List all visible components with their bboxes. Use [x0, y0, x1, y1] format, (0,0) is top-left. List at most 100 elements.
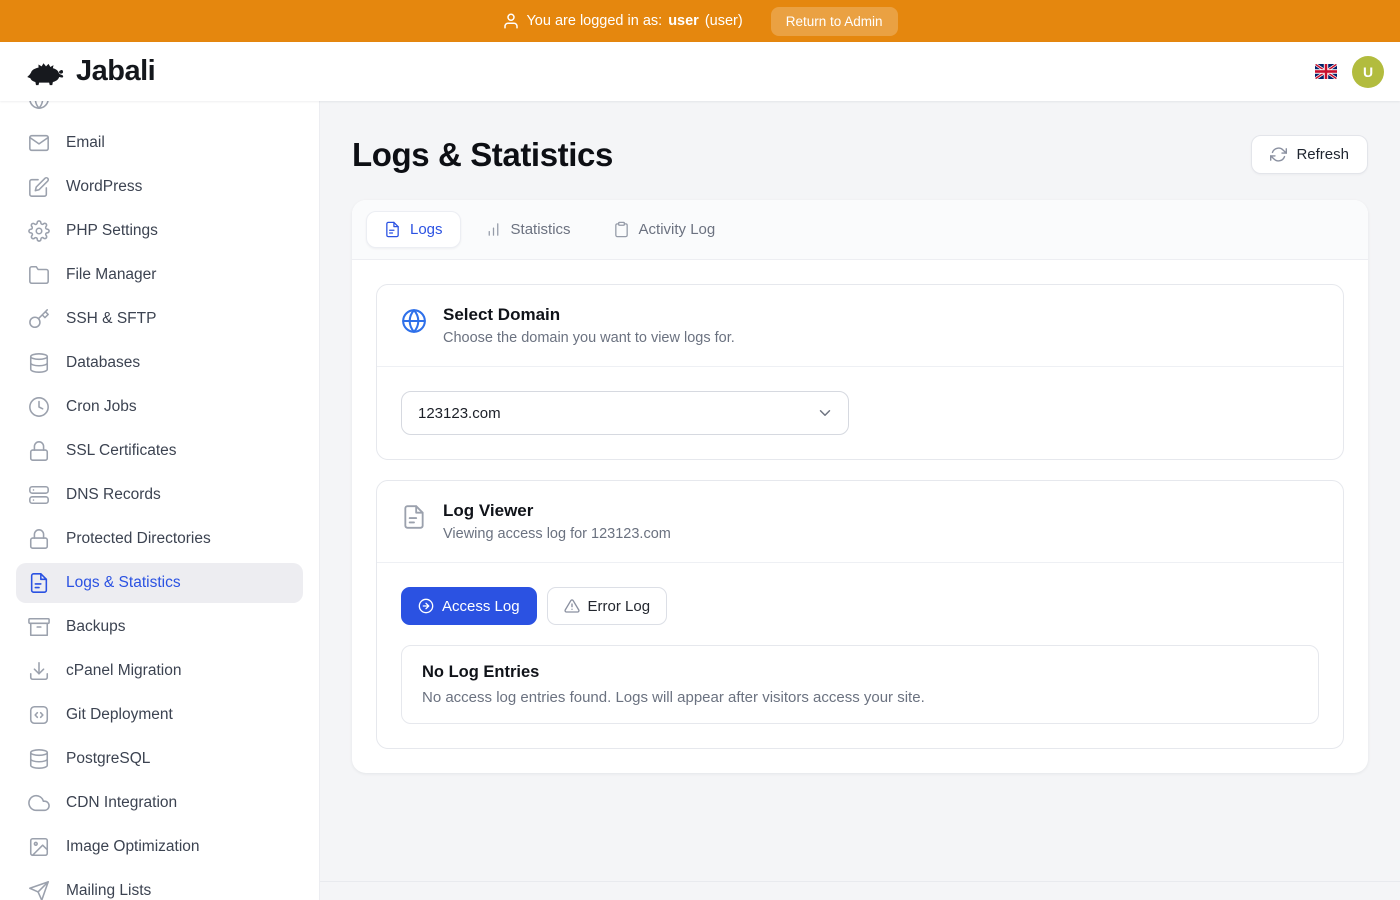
sidebar-item-ssh-sftp[interactable]: SSH & SFTP	[16, 299, 303, 339]
return-to-admin-button[interactable]: Return to Admin	[771, 7, 898, 36]
lock-icon	[28, 440, 50, 462]
sidebar-item-label: Image Optimization	[66, 838, 200, 856]
brand[interactable]: Jabali	[26, 52, 155, 92]
app-header: Jabali U	[0, 42, 1400, 101]
sidebar-item-label: Git Deployment	[66, 706, 173, 724]
log-type-buttons: Access Log Error Log	[401, 587, 1319, 625]
sidebar-item-cpanel-migration[interactable]: cPanel Migration	[16, 651, 303, 691]
archive-icon	[28, 616, 50, 638]
tab-activity-log[interactable]: Activity Log	[595, 211, 734, 248]
sidebar-item-label: Email	[66, 134, 105, 152]
empty-log-title: No Log Entries	[422, 663, 1298, 682]
select-domain-title: Select Domain	[443, 305, 735, 325]
lock-icon	[28, 528, 50, 550]
sidebar-item-git-deployment[interactable]: Git Deployment	[16, 695, 303, 735]
send-icon	[28, 880, 50, 900]
database-icon	[28, 748, 50, 770]
page-title: Logs & Statistics	[352, 136, 613, 174]
download-icon	[28, 660, 50, 682]
refresh-button[interactable]: Refresh	[1251, 135, 1368, 174]
empty-log-message: No access log entries found. Logs will a…	[422, 689, 1298, 706]
sidebar-item-mailing-lists[interactable]: Mailing Lists	[16, 871, 303, 900]
refresh-label: Refresh	[1296, 146, 1349, 163]
globe-icon	[401, 308, 427, 334]
settings-icon	[28, 220, 50, 242]
impersonation-prefix: You are logged in as:	[526, 13, 662, 29]
sidebar-item-dns-records[interactable]: DNS Records	[16, 475, 303, 515]
bar-chart-icon	[485, 221, 502, 238]
error-log-button[interactable]: Error Log	[547, 587, 668, 625]
key-icon	[28, 308, 50, 330]
clipboard-icon	[613, 221, 630, 238]
log-viewer-header: Log Viewer Viewing access log for 123123…	[377, 481, 1343, 562]
sidebar-item-cron-jobs[interactable]: Cron Jobs	[16, 387, 303, 427]
app-footer: Jabali Panel GitHub • © 2026 Jabali v0.9…	[320, 881, 1400, 900]
clock-icon	[28, 396, 50, 418]
brand-name: Jabali	[76, 55, 155, 88]
error-log-label: Error Log	[588, 598, 651, 615]
sidebar-item-label: cPanel Migration	[66, 662, 181, 680]
sidebar-item-label: File Manager	[66, 266, 156, 284]
jabali-boar-logo-icon	[26, 52, 66, 92]
sidebar-item-file-manager[interactable]: File Manager	[16, 255, 303, 295]
sidebar-item-label: PostgreSQL	[66, 750, 150, 768]
tab-label: Statistics	[511, 221, 571, 238]
sidebar-item-label: Backups	[66, 618, 125, 636]
user-icon	[502, 12, 520, 30]
sidebar-item-label: Cron Jobs	[66, 398, 137, 416]
alert-triangle-icon	[564, 598, 580, 614]
file-text-icon	[401, 504, 427, 530]
domain-select[interactable]: 123123.com	[401, 391, 849, 435]
impersonation-message: You are logged in as: user (user)	[502, 12, 742, 30]
sidebar-item-backups[interactable]: Backups	[16, 607, 303, 647]
main-area: Logs & Statistics Refresh Logs Statistics…	[320, 101, 1400, 900]
header-actions: U	[1315, 56, 1384, 88]
sidebar-item-label: PHP Settings	[66, 222, 158, 240]
refresh-icon	[1270, 146, 1287, 163]
sidebar-item-label: CDN Integration	[66, 794, 177, 812]
server-icon	[28, 484, 50, 506]
tab-statistics[interactable]: Statistics	[467, 211, 589, 248]
globe-icon	[28, 101, 50, 110]
sidebar-item-ssl-certificates[interactable]: SSL Certificates	[16, 431, 303, 471]
log-viewer-card: Log Viewer Viewing access log for 123123…	[376, 480, 1344, 749]
edit-icon	[28, 176, 50, 198]
sidebar-item-email[interactable]: Email	[16, 123, 303, 163]
tab-label: Activity Log	[639, 221, 716, 238]
sidebar-nav: Email WordPress PHP Settings File Manager SS…	[0, 101, 320, 900]
sidebar-item-databases[interactable]: Databases	[16, 343, 303, 383]
sidebar-item-protected-directories[interactable]: Protected Directories	[16, 519, 303, 559]
cloud-icon	[28, 792, 50, 814]
impersonation-bar: You are logged in as: user (user) Return…	[0, 0, 1400, 42]
uk-flag-icon[interactable]	[1315, 64, 1337, 79]
app-shell: Email WordPress PHP Settings File Manager SS…	[0, 101, 1400, 900]
tab-logs[interactable]: Logs	[366, 211, 461, 248]
select-domain-header: Select Domain Choose the domain you want…	[377, 285, 1343, 366]
impersonation-username: user	[668, 13, 699, 29]
arrow-right-circle-icon	[418, 598, 434, 614]
sidebar-item-label: Mailing Lists	[66, 882, 151, 900]
chevron-down-icon	[816, 404, 834, 422]
select-domain-description: Choose the domain you want to view logs …	[443, 330, 735, 346]
sidebar-item-label: WordPress	[66, 178, 142, 196]
sidebar-item-image-optimization[interactable]: Image Optimization	[16, 827, 303, 867]
sidebar-item-partial[interactable]	[16, 101, 303, 119]
page-head: Logs & Statistics Refresh	[352, 135, 1368, 174]
sidebar-item-label: Protected Directories	[66, 530, 211, 548]
sidebar-item-logs-statistics[interactable]: Logs & Statistics	[16, 563, 303, 603]
select-domain-card: Select Domain Choose the domain you want…	[376, 284, 1344, 460]
sidebar-item-postgresql[interactable]: PostgreSQL	[16, 739, 303, 779]
access-log-button[interactable]: Access Log	[401, 587, 537, 625]
tabs-row: Logs Statistics Activity Log	[352, 200, 1368, 260]
image-icon	[28, 836, 50, 858]
sidebar-item-label: DNS Records	[66, 486, 161, 504]
sidebar-item-cdn-integration[interactable]: CDN Integration	[16, 783, 303, 823]
sidebar-item-wordpress[interactable]: WordPress	[16, 167, 303, 207]
access-log-label: Access Log	[442, 598, 520, 615]
user-avatar[interactable]: U	[1352, 56, 1384, 88]
sidebar-item-php-settings[interactable]: PHP Settings	[16, 211, 303, 251]
impersonation-role: (user)	[705, 13, 743, 29]
folder-icon	[28, 264, 50, 286]
log-viewer-description: Viewing access log for 123123.com	[443, 526, 671, 542]
log-viewer-body: Access Log Error Log No Log Entries No a…	[377, 563, 1343, 748]
